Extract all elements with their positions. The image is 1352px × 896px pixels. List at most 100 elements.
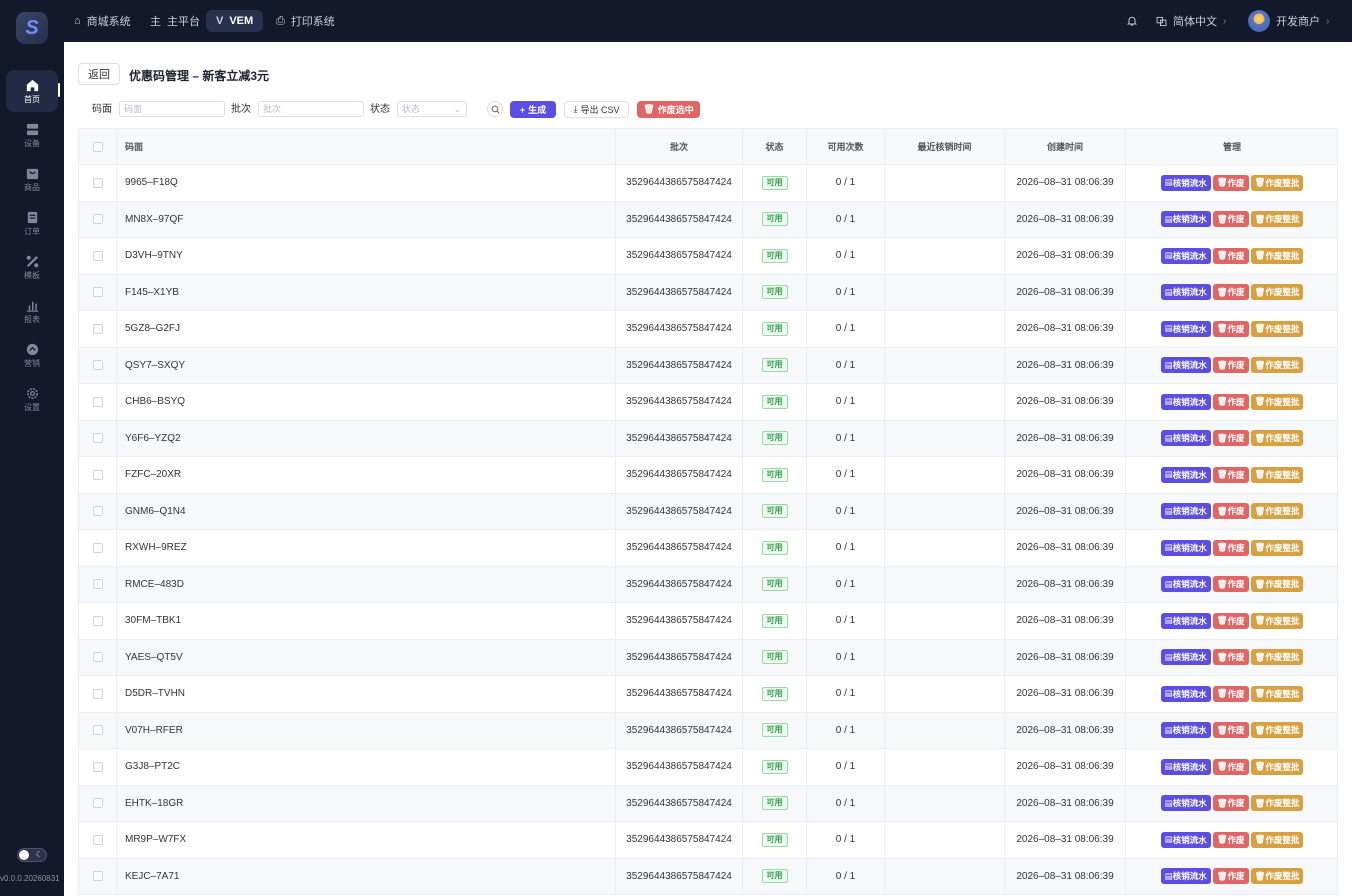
- code-input[interactable]: 码面: [119, 101, 225, 117]
- row-checkbox[interactable]: [92, 396, 103, 407]
- void-batch-button[interactable]: 🗑 作废整批: [1250, 612, 1304, 629]
- flow-button[interactable]: ▤ 核销流水: [1160, 539, 1211, 556]
- flow-button[interactable]: ▤ 核销流水: [1160, 649, 1211, 666]
- void-batch-button[interactable]: 🗑 作废整批: [1250, 320, 1304, 337]
- row-checkbox[interactable]: [92, 652, 103, 663]
- select-all-checkbox[interactable]: [92, 141, 103, 152]
- void-batch-button[interactable]: 🗑 作废整批: [1250, 247, 1304, 264]
- row-checkbox[interactable]: [92, 761, 103, 772]
- sidebar-item-marketing[interactable]: 营销: [6, 334, 58, 376]
- row-checkbox[interactable]: [92, 725, 103, 736]
- void-batch-button[interactable]: 🗑 作废整批: [1250, 174, 1304, 191]
- void-batch-button[interactable]: 🗑 作废整批: [1250, 831, 1304, 848]
- void-button[interactable]: 🗑 作废: [1212, 320, 1249, 337]
- row-checkbox[interactable]: [92, 250, 103, 261]
- header-last-used[interactable]: 最近核销时间: [885, 129, 1005, 164]
- row-checkbox[interactable]: [92, 214, 103, 225]
- sidebar-item-device[interactable]: 设备: [6, 114, 58, 156]
- flow-button[interactable]: ▤ 核销流水: [1160, 685, 1211, 702]
- row-checkbox[interactable]: [92, 688, 103, 699]
- void-button[interactable]: 🗑 作废: [1212, 722, 1249, 739]
- flow-button[interactable]: ▤ 核销流水: [1160, 795, 1211, 812]
- flow-button[interactable]: ▤ 核销流水: [1160, 211, 1211, 228]
- flow-button[interactable]: ▤ 核销流水: [1160, 393, 1211, 410]
- flow-button[interactable]: ▤ 核销流水: [1160, 284, 1211, 301]
- flow-button[interactable]: ▤ 核销流水: [1160, 758, 1211, 775]
- void-button[interactable]: 🗑 作废: [1212, 576, 1249, 593]
- void-batch-button[interactable]: 🗑 作废整批: [1250, 211, 1304, 228]
- void-button[interactable]: 🗑 作废: [1212, 284, 1249, 301]
- header-status[interactable]: 状态: [743, 129, 807, 164]
- void-batch-button[interactable]: 🗑 作废整批: [1250, 539, 1304, 556]
- void-button[interactable]: 🗑 作废: [1212, 539, 1249, 556]
- flow-button[interactable]: ▤ 核销流水: [1160, 722, 1211, 739]
- tab-mall-system[interactable]: ⌂ 商城系统: [64, 10, 141, 32]
- row-checkbox[interactable]: [92, 579, 103, 590]
- tab-vem[interactable]: V VEM: [206, 10, 264, 32]
- void-batch-button[interactable]: 🗑 作废整批: [1250, 722, 1304, 739]
- sidebar-item-goods[interactable]: 商品: [6, 158, 58, 200]
- flow-button[interactable]: ▤ 核销流水: [1160, 503, 1211, 520]
- row-checkbox[interactable]: [92, 287, 103, 298]
- flow-button[interactable]: ▤ 核销流水: [1160, 576, 1211, 593]
- void-batch-button[interactable]: 🗑 作废整批: [1250, 868, 1304, 885]
- void-button[interactable]: 🗑 作废: [1212, 503, 1249, 520]
- void-button[interactable]: 🗑 作废: [1212, 649, 1249, 666]
- theme-toggle[interactable]: ☾: [17, 848, 47, 862]
- void-batch-button[interactable]: 🗑 作废整批: [1250, 284, 1304, 301]
- sidebar-item-orders[interactable]: 订单: [6, 202, 58, 244]
- flow-button[interactable]: ▤ 核销流水: [1160, 174, 1211, 191]
- void-batch-button[interactable]: 🗑 作废整批: [1250, 795, 1304, 812]
- void-batch-button[interactable]: 🗑 作废整批: [1250, 430, 1304, 447]
- row-checkbox[interactable]: [92, 798, 103, 809]
- void-batch-button[interactable]: 🗑 作废整批: [1250, 758, 1304, 775]
- sidebar-item-template[interactable]: 模板: [6, 246, 58, 288]
- flow-button[interactable]: ▤ 核销流水: [1160, 831, 1211, 848]
- tab-print-system[interactable]: ⎙ 打印系统: [266, 10, 345, 32]
- flow-button[interactable]: ▤ 核销流水: [1160, 320, 1211, 337]
- flow-button[interactable]: ▤ 核销流水: [1160, 466, 1211, 483]
- void-button[interactable]: 🗑 作废: [1212, 831, 1249, 848]
- void-batch-button[interactable]: 🗑 作废整批: [1250, 503, 1304, 520]
- tab-main-platform[interactable]: 主 主平台: [140, 10, 210, 32]
- app-logo[interactable]: S: [16, 12, 48, 44]
- batch-input[interactable]: 批次: [258, 101, 364, 117]
- status-select[interactable]: 状态 ⌄: [397, 101, 467, 117]
- void-batch-button[interactable]: 🗑 作废整批: [1250, 466, 1304, 483]
- flow-button[interactable]: ▤ 核销流水: [1160, 868, 1211, 885]
- search-button[interactable]: [487, 101, 503, 117]
- user-menu[interactable]: 开发商户 ›: [1248, 0, 1329, 42]
- sidebar-item-settings[interactable]: 设置: [6, 378, 58, 420]
- header-uses[interactable]: 可用次数: [807, 129, 885, 164]
- void-batch-button[interactable]: 🗑 作废整批: [1250, 393, 1304, 410]
- sidebar-item-reports[interactable]: 报表: [6, 290, 58, 332]
- row-checkbox[interactable]: [92, 469, 103, 480]
- row-checkbox[interactable]: [92, 615, 103, 626]
- export-csv-button[interactable]: ⤓ 导出 CSV: [564, 101, 629, 118]
- void-button[interactable]: 🗑 作废: [1212, 247, 1249, 264]
- header-batch[interactable]: 批次: [616, 129, 743, 164]
- sidebar-item-home[interactable]: 首页: [6, 70, 60, 112]
- flow-button[interactable]: ▤ 核销流水: [1160, 247, 1211, 264]
- void-batch-button[interactable]: 🗑 作废整批: [1250, 357, 1304, 374]
- void-button[interactable]: 🗑 作废: [1212, 393, 1249, 410]
- header-code[interactable]: 码面: [117, 129, 616, 164]
- void-batch-button[interactable]: 🗑 作废整批: [1250, 576, 1304, 593]
- void-button[interactable]: 🗑 作废: [1212, 357, 1249, 374]
- void-button[interactable]: 🗑 作废: [1212, 466, 1249, 483]
- row-checkbox[interactable]: [92, 323, 103, 334]
- void-button[interactable]: 🗑 作废: [1212, 758, 1249, 775]
- void-selected-button[interactable]: 🗑 作废选中: [637, 101, 700, 118]
- header-created[interactable]: 创建时间: [1005, 129, 1126, 164]
- void-button[interactable]: 🗑 作废: [1212, 685, 1249, 702]
- row-checkbox[interactable]: [92, 177, 103, 188]
- void-button[interactable]: 🗑 作废: [1212, 430, 1249, 447]
- row-checkbox[interactable]: [92, 834, 103, 845]
- language-switcher[interactable]: 简体中文 ›: [1156, 0, 1226, 42]
- void-batch-button[interactable]: 🗑 作废整批: [1250, 685, 1304, 702]
- flow-button[interactable]: ▤ 核销流水: [1160, 357, 1211, 374]
- void-button[interactable]: 🗑 作废: [1212, 174, 1249, 191]
- back-button[interactable]: 返回: [78, 63, 120, 85]
- row-checkbox[interactable]: [92, 542, 103, 553]
- flow-button[interactable]: ▤ 核销流水: [1160, 612, 1211, 629]
